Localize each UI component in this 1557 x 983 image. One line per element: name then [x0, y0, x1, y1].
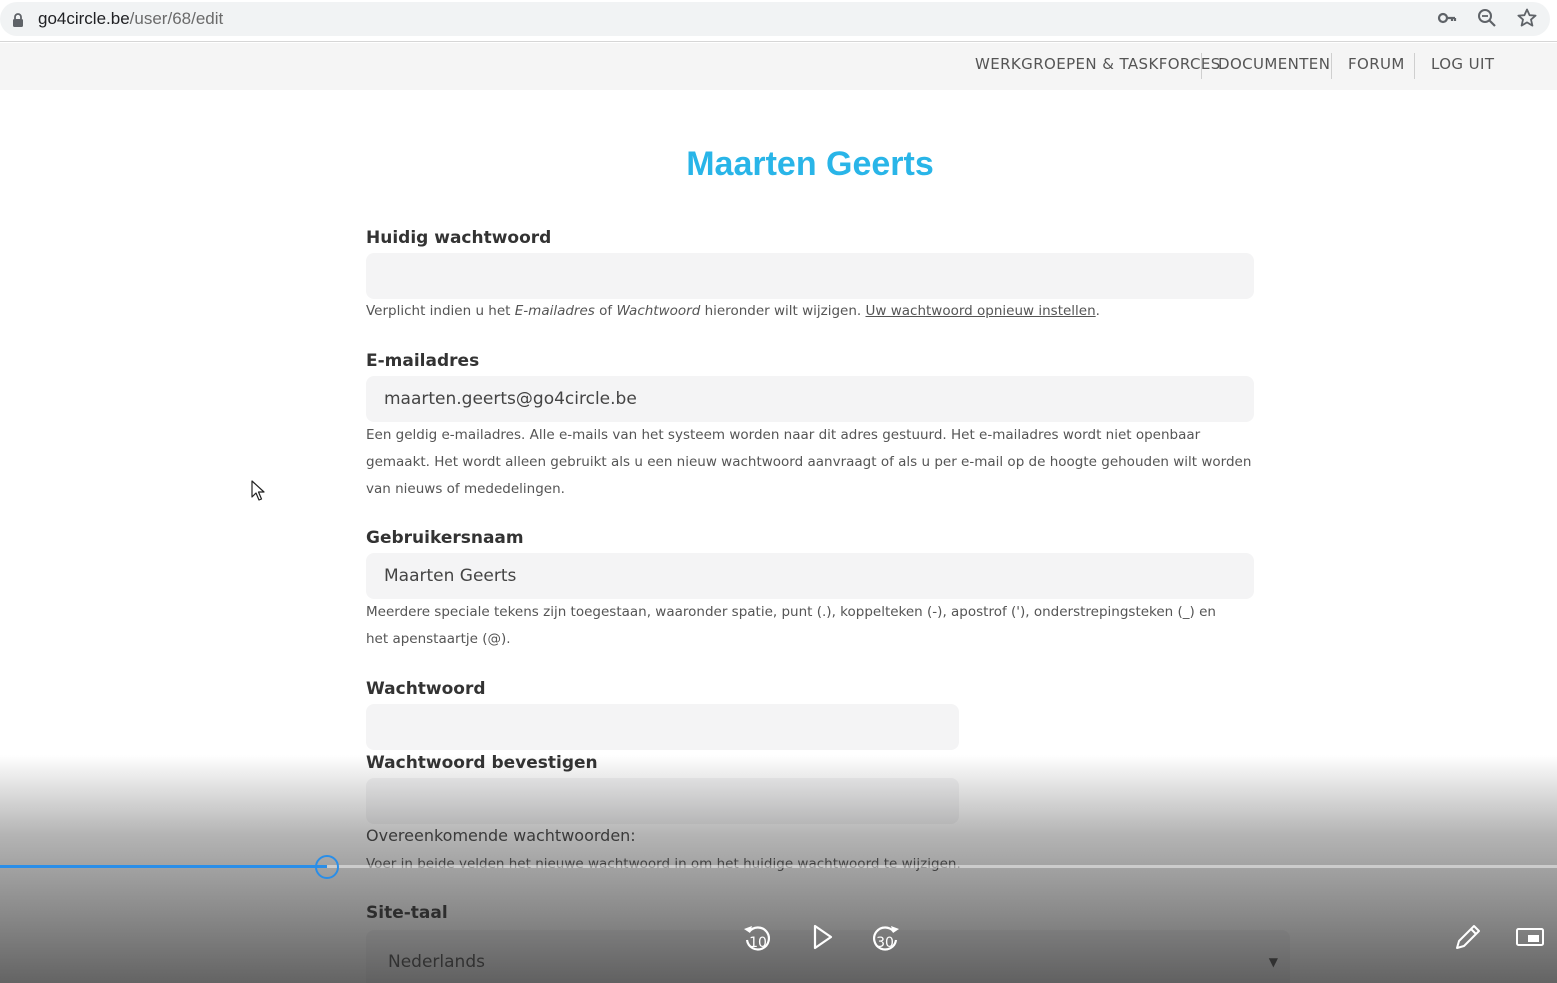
- password-input[interactable]: [366, 704, 959, 750]
- url-path: /user/68/edit: [129, 9, 224, 28]
- cursor-icon: [251, 480, 265, 501]
- site-language-value: Nederlands: [388, 952, 485, 972]
- current-password-label: Huidig wachtwoord: [366, 228, 552, 248]
- pen-icon[interactable]: [1451, 920, 1485, 954]
- reset-password-link[interactable]: Uw wachtwoord opnieuw instellen: [866, 303, 1096, 319]
- key-icon[interactable]: [1437, 8, 1457, 28]
- nav-divider: [1414, 53, 1415, 79]
- nav-documenten[interactable]: DOCUMENTEN: [1218, 55, 1330, 73]
- forward-seconds: 30: [876, 935, 894, 951]
- rewind-seconds: 10: [749, 935, 767, 951]
- address-bar[interactable]: go4circle.be/user/68/edit: [0, 2, 1550, 36]
- password-match-label: Overeenkomende wachtwoorden:: [366, 826, 636, 845]
- rewind-10-icon[interactable]: 10: [741, 920, 775, 954]
- forward-30-icon[interactable]: 30: [868, 920, 902, 954]
- current-password-input[interactable]: [366, 253, 1254, 299]
- chevron-down-icon: ▼: [1268, 955, 1278, 969]
- nav-divider: [1331, 53, 1332, 79]
- username-help: Meerdere speciale tekens zijn toegestaan…: [366, 604, 1216, 647]
- url-domain: go4circle.be: [38, 9, 130, 28]
- username-input[interactable]: Maarten Geerts: [366, 553, 1254, 599]
- nav-log-uit[interactable]: LOG UIT: [1431, 55, 1494, 73]
- nav-divider: [1201, 53, 1202, 79]
- lock-icon[interactable]: [12, 13, 24, 27]
- progress-fill: [0, 865, 327, 868]
- url-text[interactable]: go4circle.be/user/68/edit: [38, 9, 223, 29]
- email-input[interactable]: maarten.geerts@go4circle.be: [366, 376, 1254, 422]
- site-nav: WERKGROEPEN & TASKFORCES DOCUMENTEN FORU…: [0, 43, 1557, 90]
- email-help: Een geldig e-mailadres. Alle e-mails van…: [366, 427, 1252, 497]
- password-confirm-input[interactable]: [366, 778, 959, 824]
- site-language-label: Site-taal: [366, 903, 448, 923]
- nav-werkgroepen[interactable]: WERKGROEPEN & TASKFORCES: [975, 55, 1221, 73]
- page-title: Maarten Geerts: [686, 145, 934, 183]
- email-label: E-mailadres: [366, 351, 480, 371]
- current-password-help: Verplicht indien u het E-mailadres of Wa…: [366, 303, 1100, 319]
- browser-toolbar: go4circle.be/user/68/edit: [0, 0, 1557, 42]
- picture-in-picture-icon[interactable]: [1513, 920, 1547, 954]
- zoom-icon[interactable]: [1477, 8, 1497, 28]
- password-confirm-label: Wachtwoord bevestigen: [366, 753, 598, 773]
- star-icon[interactable]: [1517, 8, 1537, 28]
- play-icon[interactable]: [805, 920, 839, 954]
- nav-forum[interactable]: FORUM: [1348, 55, 1405, 73]
- password-label: Wachtwoord: [366, 679, 486, 699]
- username-label: Gebruikersnaam: [366, 528, 524, 548]
- progress-thumb[interactable]: [315, 855, 339, 879]
